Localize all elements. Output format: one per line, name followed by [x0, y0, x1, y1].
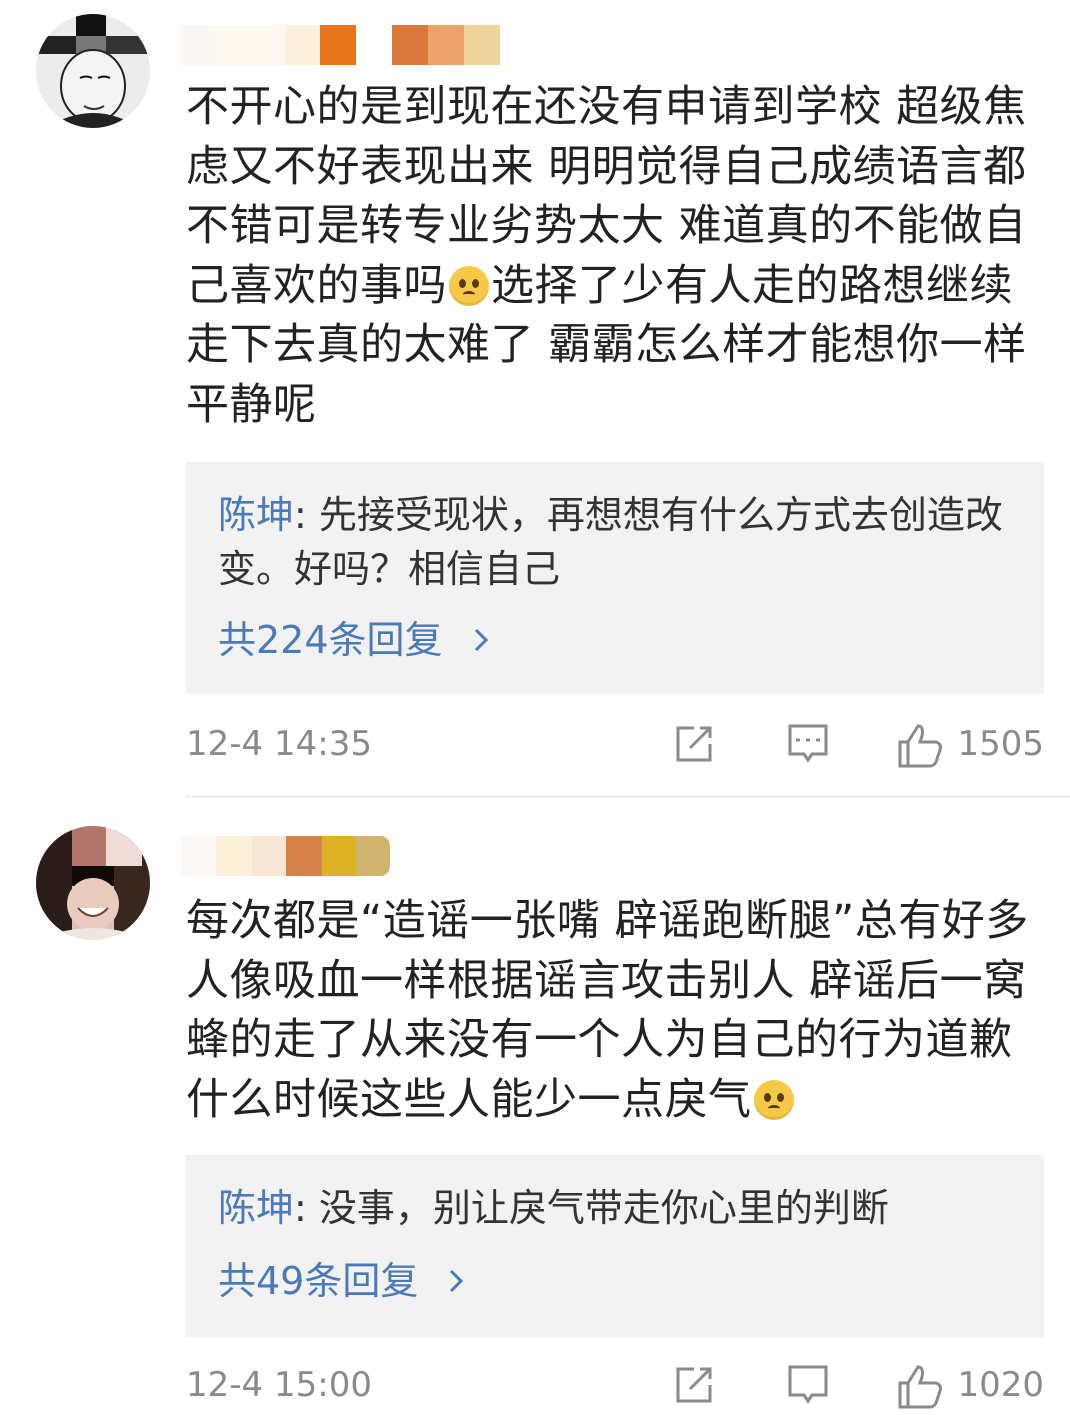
- reply-preview: 陈坤: 先接受现状，再想想有什么方式去创造改变。好吗？相信自己: [218, 488, 1008, 596]
- share-icon[interactable]: [672, 722, 716, 770]
- comment-icon[interactable]: [786, 722, 830, 772]
- reply-separator: :: [294, 1186, 319, 1230]
- worried-face-emoji-icon: [449, 265, 489, 306]
- thumbs-up-icon[interactable]: [896, 722, 944, 774]
- reply-count-label: 共224条回复: [218, 618, 443, 662]
- share-icon[interactable]: [672, 1363, 716, 1411]
- comment-icon[interactable]: [786, 1363, 830, 1413]
- reply-separator: :: [294, 493, 319, 537]
- reply-text: 先接受现状，再想想有什么方式去创造改变。好吗？相信自己: [218, 493, 1003, 591]
- avatar[interactable]: [36, 826, 150, 940]
- username-mosaic[interactable]: [180, 836, 400, 876]
- comment-item: 每次都是“造谣一张嘴 辟谣跑断腿”总有好多人像吸血一样根据谣言攻击别人 辟谣后一…: [0, 800, 1070, 1409]
- comment-timestamp: 12-4 14:35: [186, 724, 372, 764]
- comment-meta-bar: 12-4 15:00 1020: [186, 1363, 1044, 1413]
- reply-text: 没事，别让戾气带走你心里的判断: [318, 1186, 889, 1230]
- view-replies-link[interactable]: 共224条回复: [218, 618, 489, 662]
- thumbs-up-icon[interactable]: [896, 1363, 944, 1415]
- comment-item: 不开心的是到现在还没有申请到学校 超级焦虑又不好表现出来 明明觉得自己成绩语言都…: [0, 0, 1070, 800]
- reply-box[interactable]: 陈坤: 没事，别让戾气带走你心里的判断 共49条回复: [186, 1155, 1044, 1337]
- avatar[interactable]: [36, 14, 150, 128]
- comment-text-part: 每次都是“造谣一张嘴 辟谣跑断腿”总有好多人像吸血一样根据谣言攻击别人 辟谣后一…: [186, 896, 1029, 1125]
- view-replies-link[interactable]: 共49条回复: [218, 1259, 464, 1303]
- like-count: 1020: [957, 1365, 1044, 1405]
- reply-preview: 陈坤: 没事，别让戾气带走你心里的判断: [218, 1181, 1008, 1235]
- reply-count-label: 共49条回复: [218, 1259, 419, 1303]
- chevron-right-icon: [473, 618, 489, 662]
- chevron-right-icon: [448, 1259, 464, 1303]
- worried-face-emoji-icon: [753, 1079, 794, 1120]
- username-mosaic[interactable]: [180, 25, 520, 65]
- divider: [186, 796, 1070, 797]
- comment-text: 不开心的是到现在还没有申请到学校 超级焦虑又不好表现出来 明明觉得自己成绩语言都…: [186, 78, 1046, 435]
- reply-author[interactable]: 陈坤: [218, 1186, 294, 1230]
- comment-meta-bar: 12-4 14:35 1505: [186, 722, 1044, 772]
- reply-author[interactable]: 陈坤: [218, 493, 294, 537]
- like-count: 1505: [957, 724, 1044, 764]
- comment-timestamp: 12-4 15:00: [186, 1365, 372, 1405]
- reply-box[interactable]: 陈坤: 先接受现状，再想想有什么方式去创造改变。好吗？相信自己 共224条回复: [186, 462, 1044, 694]
- comment-text: 每次都是“造谣一张嘴 辟谣跑断腿”总有好多人像吸血一样根据谣言攻击别人 辟谣后一…: [186, 892, 1046, 1130]
